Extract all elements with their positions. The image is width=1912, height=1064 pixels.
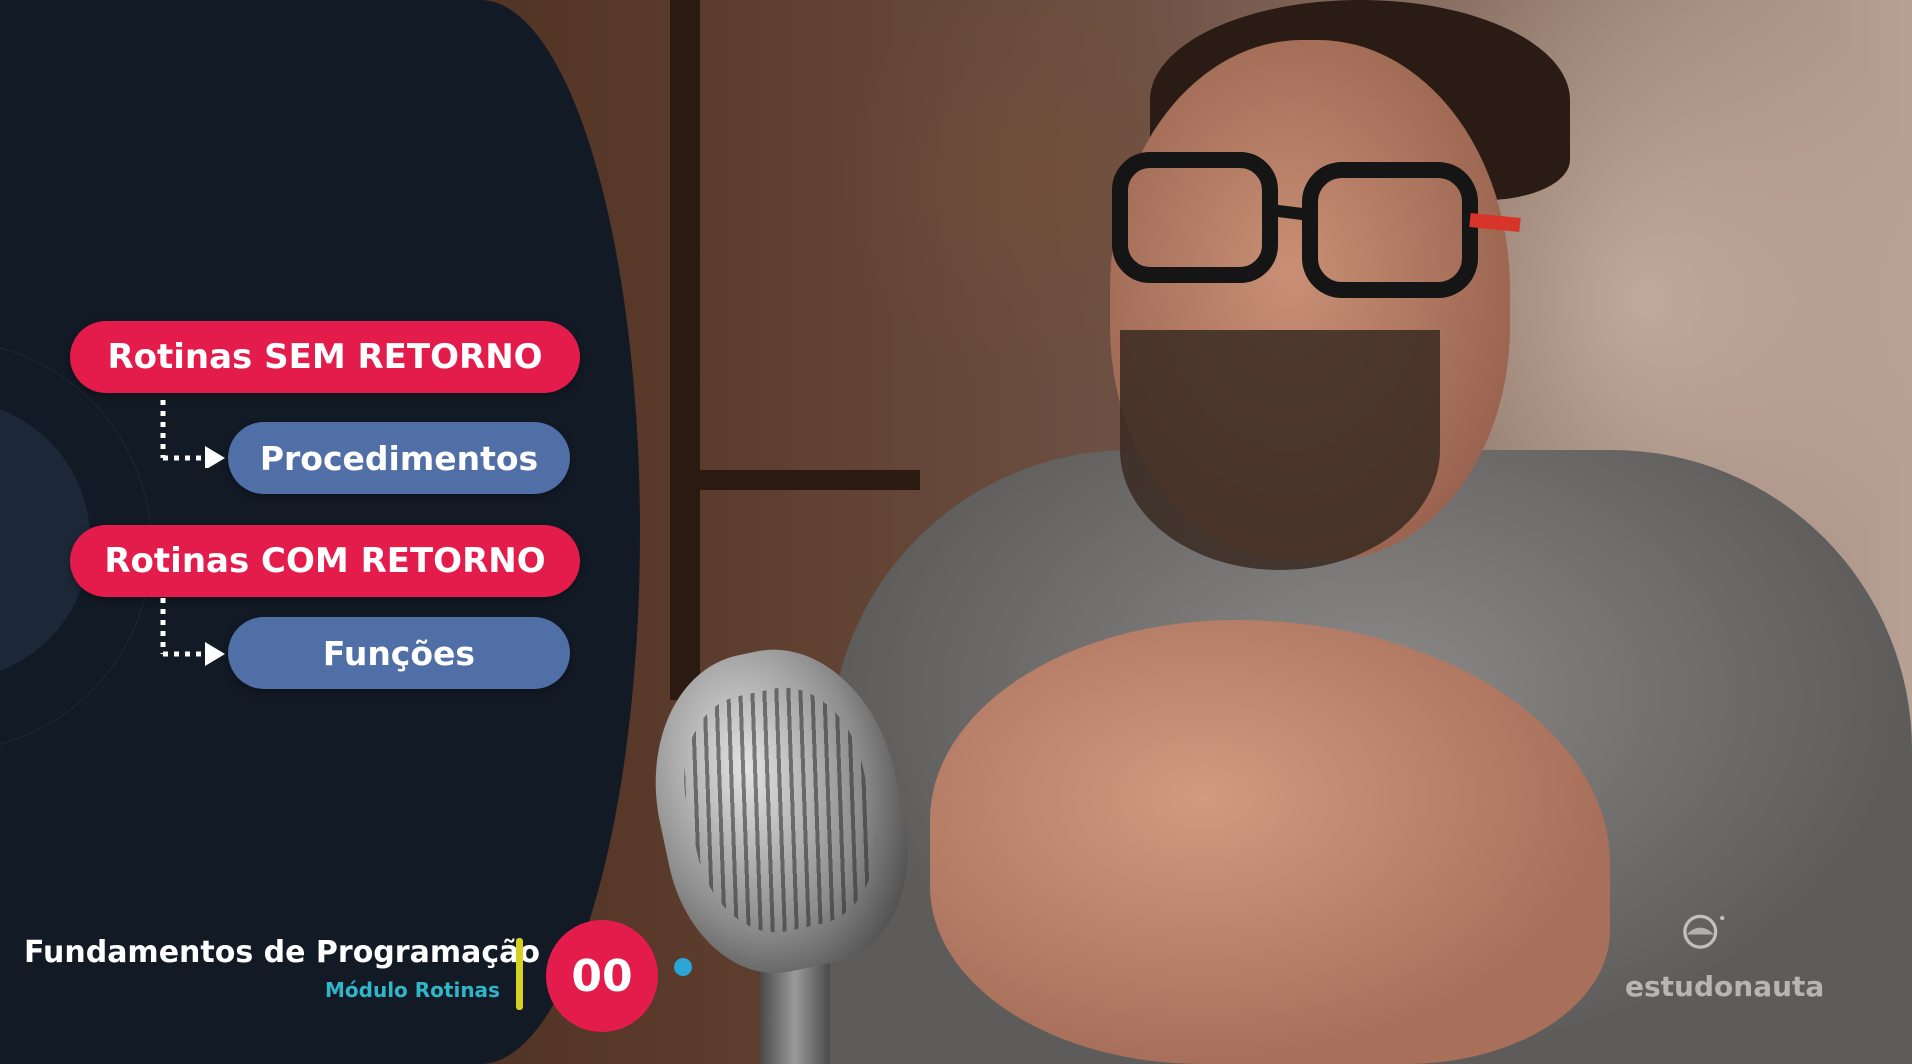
routines-with-return-label: Rotinas COM RETORNO (104, 541, 546, 581)
procedures-label: Procedimentos (259, 438, 539, 478)
functions-pill: Funções (228, 617, 570, 689)
glasses (1112, 152, 1521, 298)
brand-logo-text: estudonauta (1625, 970, 1825, 1003)
episode-number-badge: 00 (546, 920, 658, 1032)
course-title: Fundamentos de Programação (24, 935, 540, 970)
bookshelf-board (670, 470, 920, 490)
footer-divider (516, 938, 523, 1010)
functions-label: Funções (322, 633, 476, 673)
arrow-connector-icon (160, 598, 225, 666)
bookshelf (670, 0, 700, 700)
accent-dot (674, 958, 692, 976)
routines-with-return-pill: Rotinas COM RETORNO (70, 525, 580, 597)
presenter-beard (1120, 330, 1440, 570)
module-subtitle: Módulo Rotinas (325, 978, 500, 1002)
routines-without-return-label: Rotinas SEM RETORNO (107, 337, 543, 377)
arrow-connector-icon (160, 400, 225, 468)
astronaut-helmet-icon (1683, 914, 1725, 949)
procedures-pill: Procedimentos (228, 422, 570, 494)
episode-number: 00 (571, 950, 633, 1002)
routines-without-return-pill: Rotinas SEM RETORNO (70, 321, 580, 393)
